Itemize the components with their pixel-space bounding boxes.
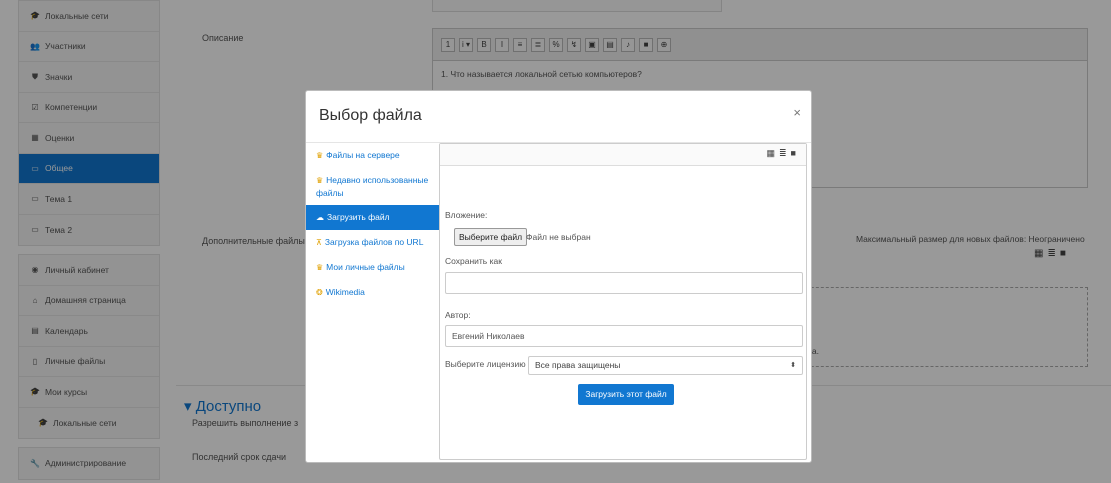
save-as-input[interactable] xyxy=(445,272,803,294)
author-label: Автор: xyxy=(445,310,471,320)
repository-label: Wikimedia xyxy=(325,287,365,297)
save-as-label: Сохранить как xyxy=(445,256,502,266)
wikimedia-icon: ❂ xyxy=(316,288,323,297)
close-icon[interactable]: × xyxy=(793,105,801,120)
panel-toolbar: ▦≣■ xyxy=(440,144,806,166)
recent-files-icon: ♛ xyxy=(316,176,324,185)
repository-item[interactable]: ❂ Wikimedia xyxy=(306,280,439,305)
no-file-text: Файл не выбран xyxy=(526,232,591,242)
license-value: Все права защищены xyxy=(535,360,621,370)
dialog-header: Выбор файла × xyxy=(306,91,811,143)
file-picker-dialog: Выбор файла × ♛ Файлы на сервере ♛ Недавно … xyxy=(305,90,812,463)
repository-label: Файлы на сервере xyxy=(326,150,400,160)
repository-list: ♛ Файлы на сервере ♛ Недавно использованные… xyxy=(306,143,439,464)
repository-item[interactable]: ☁ Загрузить файл xyxy=(306,205,439,230)
repository-item[interactable]: ♛ Недавно использованные файлы xyxy=(306,168,439,205)
repository-item[interactable]: ⊼ Загрузка файлов по URL xyxy=(306,230,439,255)
repository-item[interactable]: ♛ Файлы на сервере xyxy=(306,143,439,168)
upload-panel: ▦≣■ Вложение: Выберите файл Файл не выбр… xyxy=(439,143,807,460)
repository-item[interactable]: ♛ Мои личные файлы xyxy=(306,255,439,280)
license-label: Выберите лицензию xyxy=(445,359,526,369)
private-files-icon: ♛ xyxy=(316,263,324,272)
url-download-icon: ⊼ xyxy=(316,238,322,247)
repository-label: Загрузка файлов по URL xyxy=(324,237,424,247)
view-mode-icons[interactable]: ▦≣■ xyxy=(767,148,800,159)
license-select[interactable]: Все права защищены ⬍ xyxy=(528,356,803,375)
choose-file-button[interactable]: Выберите файл xyxy=(454,228,528,246)
repository-label: Мои личные файлы xyxy=(326,262,405,272)
repository-label: Загрузить файл xyxy=(327,212,390,222)
upload-file-button[interactable]: Загрузить этот файл xyxy=(578,384,674,405)
repository-label: Недавно использованные файлы xyxy=(316,175,429,198)
server-files-icon: ♛ xyxy=(316,151,324,160)
dialog-title: Выбор файла xyxy=(319,107,422,124)
select-arrows-icon: ⬍ xyxy=(790,362,796,369)
author-input[interactable]: Евгений Николаев xyxy=(445,325,803,347)
upload-icon: ☁ xyxy=(316,213,324,222)
attachment-label: Вложение: xyxy=(445,210,488,220)
